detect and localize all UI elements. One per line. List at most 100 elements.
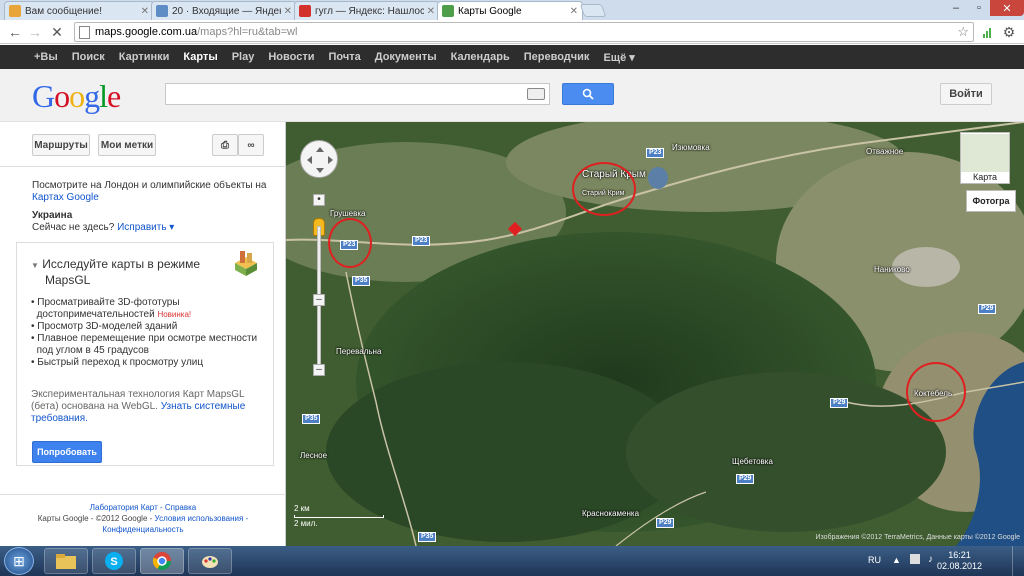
explorer-icon[interactable] — [44, 548, 88, 574]
search-button[interactable] — [562, 83, 614, 105]
link-icon[interactable]: ∞ — [238, 134, 264, 156]
star-icon[interactable]: ☆ — [957, 24, 969, 40]
gbar-item-docs[interactable]: Документы — [375, 51, 437, 63]
requirements-link[interactable]: требования. — [31, 413, 88, 424]
language-indicator[interactable]: RU — [868, 555, 881, 565]
wrench-icon[interactable]: ⚙ — [1000, 23, 1018, 41]
tab-title: Вам сообщение! — [25, 5, 102, 17]
bullet-text: Просматривайте 3D-фототуры — [37, 297, 180, 308]
tab-title: 20 · Входящие — Яндекс.П — [172, 5, 281, 17]
stop-icon[interactable]: ✕ — [48, 23, 66, 41]
gbar-item-plus[interactable]: +Вы — [34, 51, 58, 63]
location-question-row: Сейчас не здесь? Исправить ▾ — [32, 222, 174, 234]
google-bar: +Вы Поиск Картинки Карты Play Новости По… — [0, 45, 1024, 69]
triangle-down-icon[interactable]: ▼ — [31, 261, 39, 270]
list-item: • Плавное перемещение при осмотре местно… — [31, 333, 258, 344]
zoom-reset-button[interactable]: • — [313, 194, 325, 206]
search-input[interactable] — [165, 83, 550, 105]
tab-inbox[interactable]: 20 · Входящие — Яндекс.П ✕ — [151, 1, 297, 20]
tab-strip: Вам сообщение! ✕ 20 · Входящие — Яндекс.… — [0, 0, 1024, 20]
volume-icon[interactable]: ♪ — [928, 554, 933, 565]
road-shield: P29 — [656, 518, 675, 528]
forward-arrow-icon[interactable]: → — [26, 23, 44, 41]
minimize-button[interactable]: – — [944, 0, 968, 16]
list-item: достопримечательностей Новинка! — [31, 309, 271, 321]
new-badge: Новинка! — [157, 310, 192, 319]
close-icon[interactable]: ✕ — [284, 6, 292, 17]
clock[interactable]: 16:21 02.08.2012 — [937, 550, 982, 572]
road-shield: P35 — [352, 276, 371, 286]
pan-arrows-icon — [307, 147, 333, 173]
paint-icon[interactable] — [188, 548, 232, 574]
annotation-circle — [572, 162, 636, 216]
footer-links[interactable]: Лаборатория Карт - Справка — [90, 503, 197, 512]
footer-copyright: Карты Google - ©2012 Google - — [37, 514, 153, 523]
gbar-item-mail[interactable]: Почта — [328, 51, 360, 63]
routes-button[interactable]: Маршруты — [32, 134, 90, 156]
mapsgl-title-line1: Исследуйте карты в режиме — [42, 257, 201, 271]
keyboard-icon[interactable] — [527, 88, 545, 100]
network-icon[interactable] — [910, 554, 920, 564]
privacy-link[interactable]: Конфиденциальность — [102, 525, 183, 534]
terms-link[interactable]: Условия использования - — [155, 514, 249, 523]
scale-bar — [294, 515, 384, 518]
tab-google-maps[interactable]: Карты Google ✕ — [437, 1, 583, 20]
system-requirements-link[interactable]: Узнать системные — [161, 401, 246, 412]
back-arrow-icon[interactable]: ← — [6, 23, 24, 41]
url-path: /maps?hl=ru&tab=wl — [197, 26, 298, 38]
close-icon[interactable]: ✕ — [570, 6, 578, 17]
left-panel: Маршруты Мои метки ⎙ ∞ Посмотрите на Лон… — [0, 122, 286, 546]
tab-yandex[interactable]: гугл — Яндекс: Нашлось ✕ — [294, 1, 440, 20]
login-button[interactable]: Войти — [940, 83, 992, 105]
signal-icon[interactable] — [983, 26, 993, 38]
try-mapsgl-button[interactable]: Попробовать — [32, 441, 102, 463]
map-type-photo-button[interactable]: Фотогра — [966, 190, 1016, 212]
gbar-item-more[interactable]: Ещё ▾ — [603, 51, 634, 64]
location-title: Украина — [32, 210, 73, 221]
gbar-item-maps[interactable]: Карты — [183, 51, 217, 63]
close-icon[interactable]: ✕ — [141, 6, 149, 17]
chrome-icon[interactable] — [140, 548, 184, 574]
mapsgl-title: ▼ Исследуйте карты в режиме MapsGL — [31, 257, 200, 287]
bullet-text: достопримечательностей — [36, 309, 155, 320]
road-shield: P23 — [646, 148, 665, 158]
road-shield: P29 — [736, 474, 755, 484]
my-places-button[interactable]: Мои метки — [98, 134, 156, 156]
gbar-item-news[interactable]: Новости — [268, 51, 314, 63]
gbar-item-search[interactable]: Поиск — [72, 51, 105, 63]
promo-link[interactable]: Картах Google — [32, 192, 99, 203]
list-item: • Просмотр 3D-моделей зданий — [31, 321, 178, 332]
start-button[interactable]: ⊞ — [4, 547, 34, 575]
place-label-lesnoe: Лесное — [300, 451, 328, 460]
pan-control[interactable] — [300, 140, 338, 178]
gbar-item-translate[interactable]: Переводчик — [524, 51, 590, 63]
annotation-circle — [328, 218, 372, 268]
location-fix-link[interactable]: Исправить ▾ — [117, 222, 174, 233]
address-bar[interactable]: maps.google.com.ua/maps?hl=ru&tab=wl ☆ — [74, 22, 974, 42]
tray-expand-icon[interactable]: ▲ — [892, 555, 901, 565]
maximize-button[interactable]: ▫ — [968, 0, 990, 16]
search-icon — [582, 88, 594, 100]
print-icon[interactable]: ⎙ — [212, 134, 238, 156]
map-thumbnail-icon — [961, 134, 1009, 172]
satellite-map[interactable]: Изюмовка Старый Крым Старий Крим Грушевк… — [286, 122, 1024, 546]
close-icon[interactable]: ✕ — [427, 6, 435, 17]
list-item: • Быстрый переход к просмотру улиц — [31, 357, 204, 368]
gbar-item-images[interactable]: Картинки — [119, 51, 170, 63]
gbar-item-play[interactable]: Play — [232, 51, 255, 63]
tab-message[interactable]: Вам сообщение! ✕ — [4, 1, 154, 20]
google-logo[interactable]: Google — [32, 78, 121, 115]
new-tab-button[interactable] — [579, 4, 607, 17]
skype-icon[interactable]: S — [92, 548, 136, 574]
zoom-out-button[interactable]: – — [313, 364, 325, 376]
tab-title: Карты Google — [458, 5, 522, 17]
show-desktop-button[interactable] — [1012, 546, 1024, 576]
list-item: под углом в 45 градусов — [31, 345, 271, 357]
mapsgl-title-line2: MapsGL — [45, 273, 91, 287]
road-shield: P23 — [412, 236, 431, 246]
close-window-button[interactable]: ✕ — [990, 0, 1024, 16]
road-shield: P35 — [418, 532, 437, 542]
zoom-in-button[interactable]: – — [313, 294, 325, 306]
gbar-item-calendar[interactable]: Календарь — [451, 51, 510, 63]
map-type-map-button[interactable]: Карта — [960, 132, 1010, 184]
